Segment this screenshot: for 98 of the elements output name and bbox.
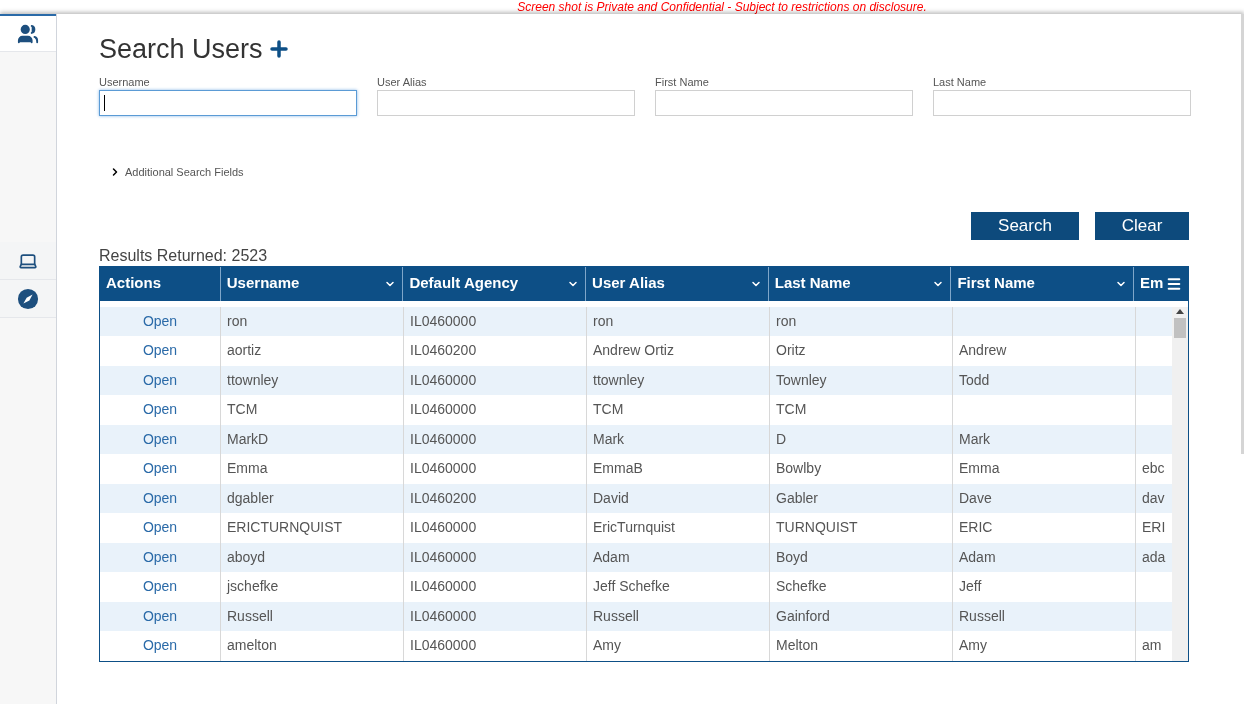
table-cell-text: Russell	[959, 606, 1005, 626]
table-row[interactable]: Open aboyd IL0460000 Adam Boyd Adam ada	[100, 542, 1172, 572]
table-cell-text: D	[776, 429, 787, 449]
table-cell-text: Andrew Ortiz	[593, 341, 674, 361]
open-link[interactable]: Open	[142, 399, 178, 421]
table-cell-text: ebc	[1142, 459, 1165, 479]
field-label: First Name	[655, 75, 710, 90]
table-cell-text: TCM	[776, 400, 807, 420]
table-cell-text: Schefke	[776, 577, 827, 597]
field-label: User Alias	[377, 75, 428, 90]
table-cell-text: Boyd	[776, 547, 808, 567]
table-cell-text: ron	[776, 311, 797, 331]
table-cell-text: dav	[1142, 488, 1165, 508]
column-header[interactable]: Em	[1133, 266, 1188, 301]
table-cell-text: EmmaB	[593, 459, 643, 479]
table-cell-text: ron	[593, 311, 614, 331]
table-cell-text: IL0460000	[410, 577, 477, 597]
table-cell-text: aortiz	[227, 341, 262, 361]
table-cell-text: Gainford	[776, 606, 830, 626]
open-link[interactable]: Open	[142, 458, 178, 480]
table-cell-text: Townley	[776, 370, 827, 390]
open-link[interactable]: Open	[142, 428, 178, 450]
table-cell-text: Jeff	[959, 577, 982, 597]
open-link[interactable]: Open	[142, 487, 178, 509]
table-cell-text: IL0460200	[410, 341, 477, 361]
search-button[interactable]: Search	[971, 211, 1079, 240]
table-cell-text: Gabler	[776, 488, 819, 508]
table-cell-text: IL0460000	[410, 459, 477, 479]
table-cell-text: Mark	[959, 429, 991, 449]
table-cell-text: Amy	[593, 636, 621, 656]
open-link[interactable]: Open	[142, 340, 178, 362]
table-cell-text: ERI	[1142, 518, 1166, 538]
table-cell-text: Russell	[227, 606, 273, 626]
open-link[interactable]: Open	[142, 605, 178, 627]
open-link[interactable]: Open	[142, 546, 178, 568]
table-cell-text: Adam	[959, 547, 996, 567]
table-cell-text: Russell	[593, 606, 639, 626]
table-cell-text: David	[593, 488, 629, 508]
open-link[interactable]: Open	[142, 310, 178, 332]
open-link[interactable]: Open	[142, 635, 178, 657]
table-cell-text: am	[1142, 636, 1162, 656]
table-cell-text: TCM	[593, 400, 624, 420]
table-cell-text: ERICTURNQUIST	[227, 518, 343, 538]
table-row[interactable]: Open dgabler IL0460200 David Gabler Dave dav	[100, 483, 1172, 513]
table-cell-text: Melton	[776, 636, 819, 656]
table-row[interactable]: Open Russell IL0460000 Russell Gainford Russell	[100, 601, 1172, 631]
table-cell-text: Dave	[959, 488, 992, 508]
results-count: Results Returned: 2523	[99, 245, 269, 266]
table-cell-text: amelton	[227, 636, 277, 656]
open-link[interactable]: Open	[142, 576, 178, 598]
table-cell-text: Andrew	[959, 341, 1007, 361]
table-cell-text: aboyd	[227, 547, 266, 567]
page-title: Search Users	[99, 32, 263, 66]
table-cell-text: MarkD	[227, 429, 269, 449]
table-cell-text: Jeff Schefke	[593, 577, 670, 597]
table-cell-text: TCM	[227, 400, 258, 420]
table-cell-text: ttownley	[227, 370, 279, 390]
table-cell-text: jschefke	[227, 577, 279, 597]
table-cell-text: IL0460200	[410, 488, 477, 508]
open-link[interactable]: Open	[142, 369, 178, 391]
table-cell-text: Todd	[959, 370, 990, 390]
table-cell-text: Oritz	[776, 341, 806, 361]
table-cell-text: ERIC	[959, 518, 993, 538]
table-cell-text: IL0460000	[410, 370, 477, 390]
table-cell-text: Adam	[593, 547, 630, 567]
table-row[interactable]: Open ttownley IL0460000 ttownley Townley Todd	[100, 365, 1172, 395]
column-header[interactable]: Username	[219, 266, 403, 301]
table-cell-text: ada	[1142, 547, 1166, 567]
table-cell-text: IL0460000	[410, 547, 477, 567]
clear-button[interactable]: Clear	[1095, 211, 1189, 240]
table-cell-text: IL0460000	[410, 518, 477, 538]
table-cell-text: IL0460000	[410, 400, 477, 420]
table-cell-text: dgabler	[227, 488, 274, 508]
field-label: Last Name	[933, 75, 988, 90]
table-cell-text: Emma	[959, 459, 1000, 479]
table-cell-text: TURNQUIST	[776, 518, 858, 538]
table-cell-text: IL0460000	[410, 606, 477, 626]
column-header[interactable]: Actions	[100, 266, 220, 301]
additional-fields-toggle[interactable]: Additional Search Fields	[109, 164, 244, 181]
table-cell-text: ttownley	[593, 370, 645, 390]
table-row[interactable]: Open ron IL0460000 ron ron	[100, 306, 1172, 336]
table-cell-text: ron	[227, 311, 248, 331]
table-cell-text: Bowlby	[776, 459, 822, 479]
table-cell-text: Mark	[593, 429, 625, 449]
column-header[interactable]: Default Agency	[402, 266, 586, 301]
table-cell-text: IL0460000	[410, 636, 477, 656]
confidentiality-notice: Screen shot is Private and Confidential - Subject to restrictions on disclosure.	[516, 0, 928, 14]
open-link[interactable]: Open	[142, 517, 178, 539]
table-cell-text: EricTurnquist	[593, 518, 675, 538]
table-cell-text: Amy	[959, 636, 987, 656]
table-cell-text: IL0460000	[410, 311, 477, 331]
field-label: Username	[99, 75, 151, 90]
table-cell-text: IL0460000	[410, 429, 477, 449]
column-header[interactable]: User Alias	[585, 266, 768, 301]
table-row[interactable]: Open MarkD IL0460000 Mark D Mark	[100, 424, 1172, 454]
column-header[interactable]: Last Name	[767, 266, 951, 301]
column-header[interactable]: First Name	[950, 266, 1134, 301]
table-cell-text: Emma	[227, 459, 268, 479]
